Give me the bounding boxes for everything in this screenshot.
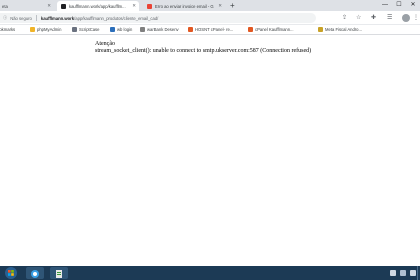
security-label[interactable]: Não seguro	[10, 16, 32, 21]
network-icon[interactable]	[400, 270, 406, 276]
url-path: /app/kaufflmann_produtos/cliente_email_c…	[74, 15, 159, 21]
taskbar	[0, 266, 420, 280]
system-tray	[386, 266, 420, 280]
reading-list-icon[interactable]: ☰	[387, 14, 392, 22]
tab-2[interactable]: Erro ao enviar invoice email - G ✕	[143, 1, 225, 11]
close-icon[interactable]: ✕	[132, 3, 136, 9]
bookmark-label: HOSNT cPanel- re...	[195, 27, 234, 32]
bookmark-item[interactable]: ScriptCase	[72, 27, 99, 32]
address-bar[interactable]: ⓘ Não seguro kaufflmann.work /app/kauffl…	[0, 13, 316, 23]
cpanel-icon	[188, 27, 193, 32]
close-window-icon[interactable]: ✕	[406, 0, 420, 11]
tab-1-label: kaufflmann.work/app/kaufflm...	[69, 3, 126, 9]
tab-2-label: Erro ao enviar invoice email - G	[155, 3, 214, 9]
bookmark-label: Meta Fiscal Andro...	[325, 27, 363, 32]
scriptcase-icon	[72, 27, 77, 32]
profile-avatar[interactable]	[402, 14, 410, 22]
bookmark-label: wb login	[117, 27, 133, 32]
tab-strip: eta ✕ kaufflmann.work/app/kaufflm... ✕ E…	[0, 0, 420, 11]
bookmark-label: phpMyAdmin	[37, 27, 62, 32]
minimize-icon[interactable]: —	[378, 0, 392, 11]
page-favicon-icon	[61, 3, 66, 9]
volume-icon[interactable]	[410, 270, 416, 276]
tab-0-label: eta	[2, 3, 8, 9]
bookmark-item[interactable]: Meta Fiscal Andro...	[318, 27, 362, 32]
wb-icon	[110, 27, 115, 32]
internet-explorer-icon	[31, 270, 39, 278]
gmail-icon	[147, 3, 152, 9]
bookmark-item[interactable]: wb login	[110, 27, 132, 32]
tab-0[interactable]: eta ✕	[0, 1, 54, 11]
phpmyadmin-icon	[30, 27, 35, 32]
bookmark-item[interactable]: phpMyAdmin	[30, 27, 61, 32]
bookmark-star-icon[interactable]: ☆	[356, 14, 361, 22]
browser-toolbar: ⓘ Não seguro kaufflmann.work /app/kauffl…	[0, 11, 420, 25]
bookmark-item[interactable]: HOSNT cPanel- re...	[188, 27, 233, 32]
bookmarks-bar: ookmarks phpMyAdmin ScriptCase wb login …	[0, 25, 420, 35]
flag-icon[interactable]	[390, 270, 396, 276]
share-icon[interactable]: ⇪	[342, 14, 347, 22]
page-content: Atenção stream_socket_client(): unable t…	[95, 41, 311, 55]
url-host: kaufflmann.work	[40, 15, 75, 21]
bookmark-item[interactable]: ookmarks	[0, 27, 15, 32]
error-title: Atenção	[95, 41, 115, 47]
start-button[interactable]	[0, 266, 22, 280]
windows-logo-icon	[5, 267, 17, 279]
close-icon[interactable]: ✕	[218, 3, 222, 9]
bookmark-item[interactable]: warBank Desenv	[140, 27, 179, 32]
taskbar-app-explorer[interactable]	[50, 267, 68, 279]
folder-icon	[318, 27, 323, 32]
menu-icon[interactable]: ⋮	[413, 14, 419, 22]
info-icon[interactable]: ⓘ	[3, 15, 7, 21]
window-controls: — ☐ ✕	[378, 0, 420, 11]
bookmark-item[interactable]: cPanel Kaufflmann...	[248, 27, 294, 32]
bookmark-label: cPanel Kaufflmann...	[255, 27, 294, 32]
bookmark-label: warBank Desenv	[147, 27, 179, 32]
maximize-icon[interactable]: ☐	[392, 0, 406, 11]
close-icon[interactable]: ✕	[47, 3, 51, 9]
bookmark-icon	[140, 27, 145, 32]
cpanel-icon	[248, 27, 253, 32]
tab-1[interactable]: kaufflmann.work/app/kaufflm... ✕	[57, 1, 139, 11]
taskbar-app-ie[interactable]	[26, 267, 44, 279]
new-tab-icon[interactable]: +	[230, 1, 235, 10]
extensions-icon[interactable]: ✚	[371, 14, 376, 22]
file-icon	[56, 270, 62, 278]
error-message: stream_socket_client(): unable to connec…	[95, 48, 312, 54]
address-separator	[35, 15, 37, 21]
bookmark-label: ookmarks	[0, 27, 16, 32]
bookmark-label: ScriptCase	[79, 27, 100, 32]
